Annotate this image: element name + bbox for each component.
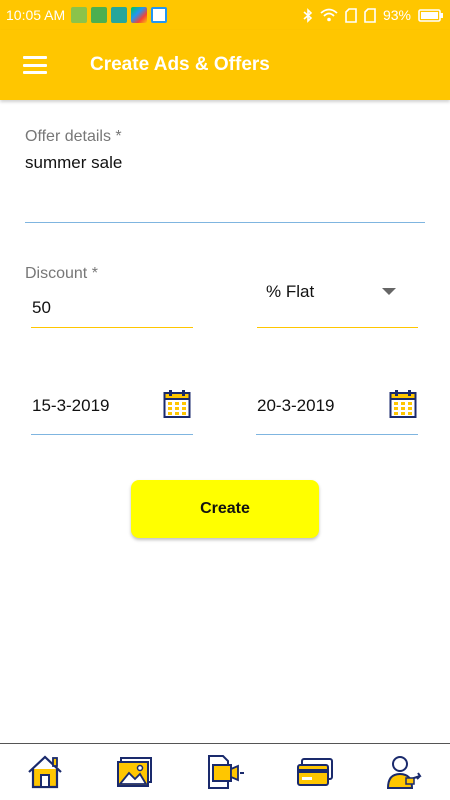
- app-notification-icon: [151, 7, 168, 23]
- start-date-underline: [31, 434, 193, 435]
- calendar-icon[interactable]: [389, 389, 417, 419]
- page-title: Create Ads & Offers: [90, 54, 270, 75]
- end-date-underline: [256, 434, 418, 435]
- play-store-icon: [131, 7, 148, 23]
- bluetooth-icon: [303, 7, 313, 23]
- offer-details-underline: [25, 222, 425, 223]
- offer-details-label: Offer details *: [25, 128, 122, 145]
- start-date-input[interactable]: 15-3-2019: [32, 396, 110, 416]
- sim-1-icon: [345, 7, 357, 23]
- ads-icon[interactable]: [203, 750, 247, 794]
- status-time: 10:05 AM: [6, 7, 66, 23]
- app-bar: Create Ads & Offers: [0, 30, 450, 100]
- message-notification-icon: [91, 7, 108, 23]
- screenshot-notification-icon: [111, 7, 128, 23]
- home-icon[interactable]: [23, 750, 67, 794]
- discount-label: Discount *: [25, 265, 98, 282]
- payment-card-icon[interactable]: [293, 750, 337, 794]
- menu-icon[interactable]: [23, 56, 47, 74]
- sim-2-icon: [364, 7, 376, 23]
- discount-input[interactable]: 50: [32, 298, 51, 318]
- profile-icon[interactable]: [383, 750, 427, 794]
- end-date-input[interactable]: 20-3-2019: [257, 396, 335, 416]
- battery-percent: 93%: [382, 7, 411, 23]
- chevron-down-icon[interactable]: [382, 288, 396, 295]
- create-button[interactable]: Create: [131, 480, 319, 538]
- bottom-nav: [0, 743, 450, 800]
- calendar-icon[interactable]: [163, 389, 191, 419]
- offer-details-input[interactable]: summer sale: [25, 153, 122, 173]
- status-bar: 10:05 AM 93%: [0, 0, 450, 30]
- battery-icon: [418, 8, 443, 22]
- discount-type-select[interactable]: % Flat: [266, 282, 314, 302]
- android-notification-icon: [71, 7, 88, 23]
- discount-underline: [31, 327, 193, 328]
- gallery-icon[interactable]: [113, 750, 157, 794]
- wifi-icon: [320, 8, 338, 22]
- discount-type-underline: [257, 327, 418, 328]
